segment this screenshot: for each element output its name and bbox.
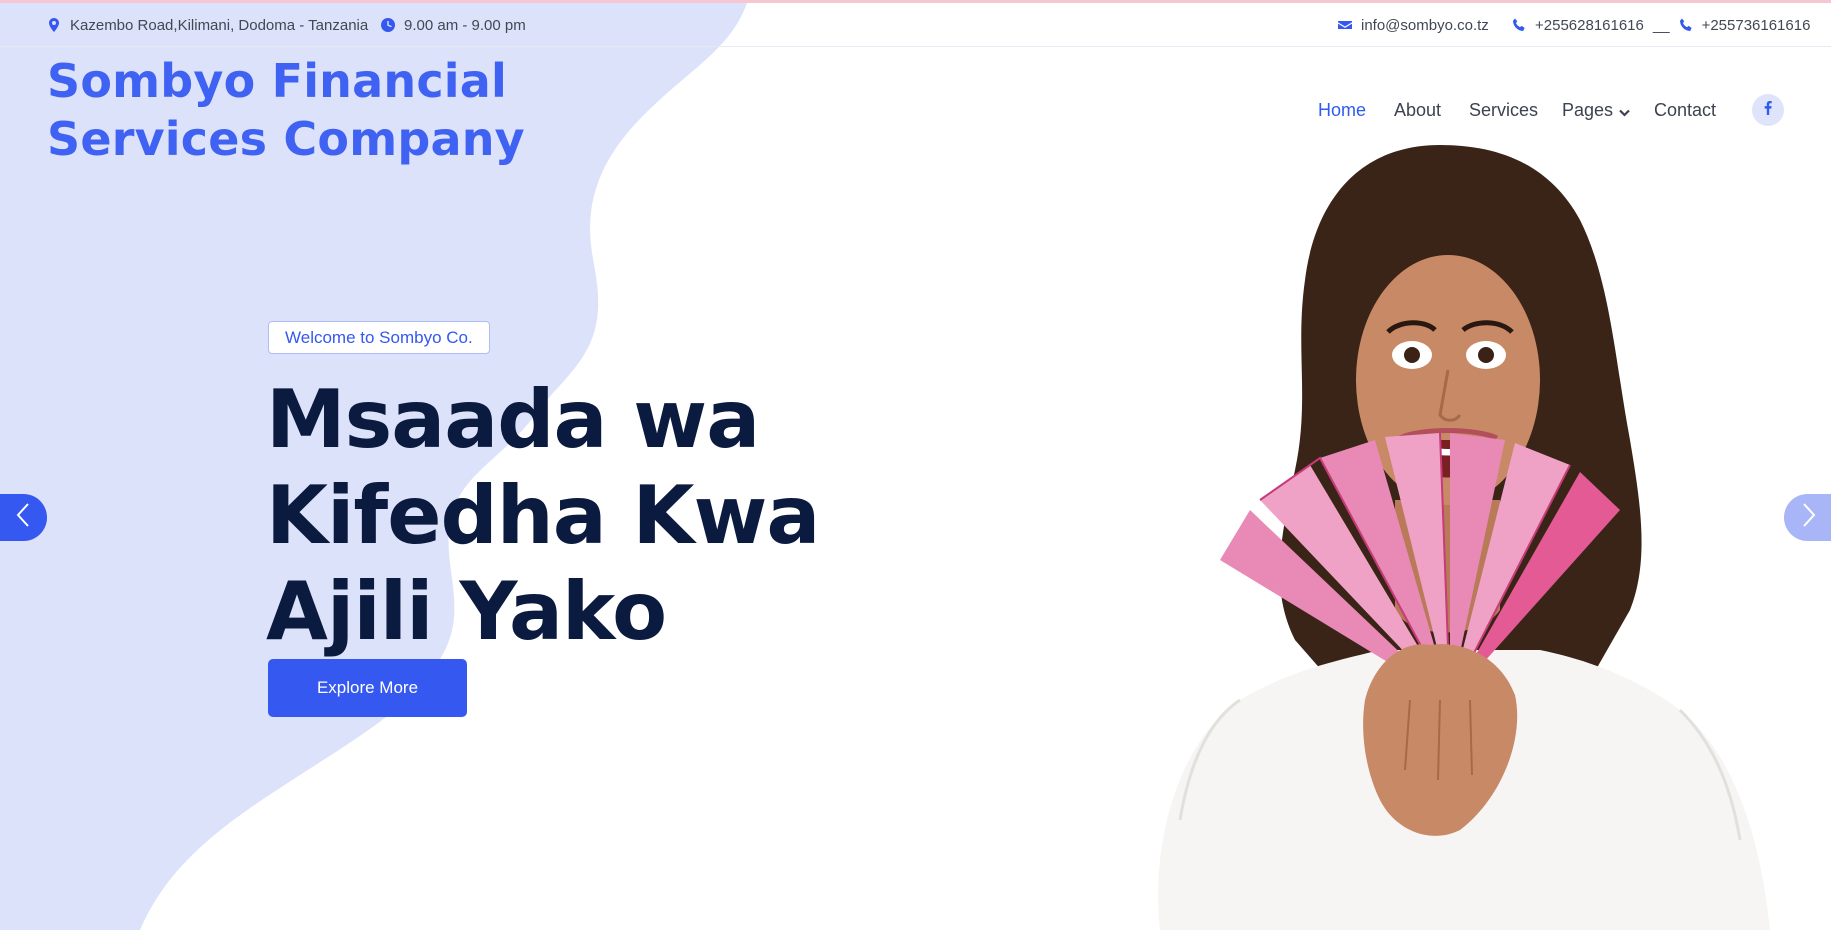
nav-pages[interactable]: Pages (1562, 92, 1630, 128)
phone-icon (1512, 18, 1526, 32)
welcome-badge: Welcome to Sombyo Co. (268, 321, 490, 354)
hero-title-line-2: Kifedha Kwa (266, 469, 820, 562)
explore-more-button[interactable]: Explore More (268, 659, 467, 717)
carousel-prev-button[interactable] (0, 494, 47, 541)
hours-info: 9.00 am - 9.00 pm (381, 3, 526, 47)
nav-home[interactable]: Home (1318, 92, 1366, 128)
brand-line-2: Services Company (47, 112, 525, 166)
email-info[interactable]: info@sombyo.co.tz (1338, 3, 1489, 47)
chevron-down-icon (1619, 93, 1630, 129)
hours-text: 9.00 am - 9.00 pm (404, 16, 526, 34)
chevron-right-icon (1797, 502, 1819, 533)
address-text: Kazembo Road,Kilimani, Dodoma - Tanzania (70, 16, 369, 34)
nav-contact[interactable]: Contact (1654, 92, 1716, 128)
nav-pages-label: Pages (1562, 100, 1614, 120)
top-info-bar: Kazembo Road,Kilimani, Dodoma - Tanzania… (0, 3, 1831, 47)
facebook-button[interactable] (1752, 94, 1784, 126)
address-info: Kazembo Road,Kilimani, Dodoma - Tanzania (47, 3, 368, 47)
clock-icon (381, 18, 395, 32)
top-accent-line (0, 0, 1831, 3)
hero-title: Msaada wa Kifedha Kwa Ajili Yako (266, 372, 826, 660)
phone-link-1[interactable]: +255628161616 (1535, 17, 1644, 34)
hero-title-line-3: Ajili Yako (266, 565, 667, 658)
map-marker-icon (47, 18, 61, 32)
phone-icon (1679, 18, 1693, 32)
email-link[interactable]: info@sombyo.co.tz (1361, 17, 1489, 34)
nav-services[interactable]: Services (1469, 92, 1538, 128)
phone-info[interactable]: +255628161616 __ +255736161616 (1512, 3, 1810, 47)
nav-about[interactable]: About (1394, 92, 1441, 128)
hero-title-line-1: Msaada wa (266, 373, 760, 466)
phone-separator: __ (1652, 16, 1670, 34)
carousel-next-button[interactable] (1784, 494, 1831, 541)
brand-logo-text[interactable]: Sombyo Financial Services Company (47, 52, 567, 168)
brand-line-1: Sombyo Financial (47, 54, 507, 108)
chevron-left-icon (13, 502, 35, 533)
facebook-icon (1761, 100, 1775, 120)
hero-woman-image (1158, 145, 1770, 930)
envelope-icon (1338, 18, 1352, 32)
phone-link-2[interactable]: +255736161616 (1702, 17, 1811, 34)
